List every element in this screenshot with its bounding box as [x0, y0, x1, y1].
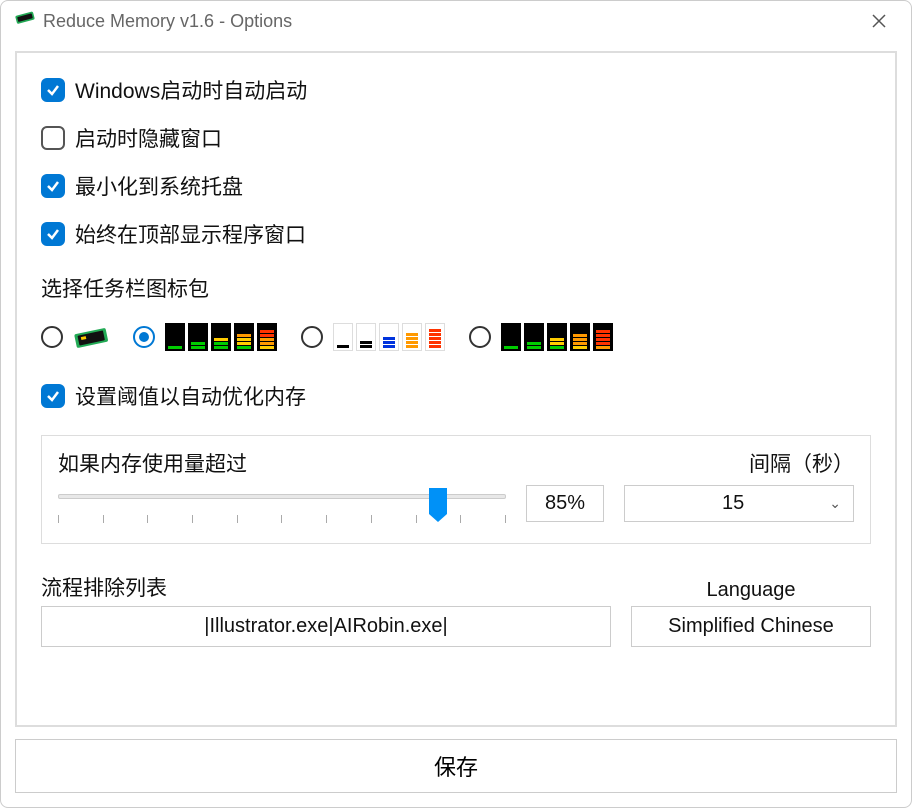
threshold-percent: 85% — [526, 485, 604, 522]
checkbox-icon — [41, 384, 65, 408]
option-autostart[interactable]: Windows启动时自动启动 — [41, 75, 871, 105]
radio-pack-0[interactable] — [41, 326, 63, 348]
close-button[interactable] — [861, 3, 897, 39]
option-threshold-enable[interactable]: 设置阈值以自动优化内存 — [41, 381, 871, 411]
option-label: 始终在顶部显示程序窗口 — [75, 219, 306, 249]
exclude-label: 流程排除列表 — [41, 572, 611, 602]
checkbox-icon — [41, 174, 65, 198]
option-hide-on-start[interactable]: 启动时隐藏窗口 — [41, 123, 871, 153]
iconpack-bars-black-icon — [165, 323, 277, 351]
checkbox-icon — [41, 78, 65, 102]
iconpack-chip-icon — [73, 325, 109, 349]
options-panel: Windows启动时自动启动 启动时隐藏窗口 最小化到系统托盘 始终在顶部显示程… — [15, 51, 897, 727]
app-icon — [15, 11, 35, 31]
option-label: Windows启动时自动启动 — [75, 75, 307, 105]
iconpack-label: 选择任务栏图标包 — [41, 273, 871, 303]
chevron-down-icon: ⌄ — [829, 495, 841, 512]
titlebar: Reduce Memory v1.6 - Options — [1, 1, 911, 41]
interval-label: 间隔（秒） — [749, 448, 854, 478]
language-label: Language — [631, 579, 871, 602]
interval-select[interactable]: 15 ⌄ — [624, 485, 854, 522]
language-select[interactable]: Simplified Chinese — [631, 606, 871, 647]
mem-usage-label: 如果内存使用量超过 — [58, 448, 247, 478]
iconpack-bars-black-2-icon — [501, 323, 613, 351]
iconpack-selector — [41, 317, 871, 357]
option-label: 最小化到系统托盘 — [75, 171, 243, 201]
bottom-row: 流程排除列表 |Illustrator.exe|AIRobin.exe| Lan… — [41, 572, 871, 647]
threshold-panel: 如果内存使用量超过 间隔（秒） 85% 15 — [41, 435, 871, 544]
option-label: 启动时隐藏窗口 — [75, 123, 222, 153]
option-always-on-top[interactable]: 始终在顶部显示程序窗口 — [41, 219, 871, 249]
option-label: 设置阈值以自动优化内存 — [75, 381, 306, 411]
threshold-slider[interactable] — [58, 484, 506, 523]
window-title: Reduce Memory v1.6 - Options — [43, 11, 861, 32]
iconpack-bars-white-icon — [333, 323, 445, 351]
options-window: Reduce Memory v1.6 - Options Windows启动时自… — [0, 0, 912, 808]
save-button[interactable]: 保存 — [15, 739, 897, 793]
save-label: 保存 — [434, 755, 478, 780]
checkbox-icon — [41, 126, 65, 150]
option-minimize-tray[interactable]: 最小化到系统托盘 — [41, 171, 871, 201]
exclude-input[interactable]: |Illustrator.exe|AIRobin.exe| — [41, 606, 611, 647]
checkbox-icon — [41, 222, 65, 246]
exclude-value: |Illustrator.exe|AIRobin.exe| — [204, 615, 448, 637]
radio-pack-2[interactable] — [301, 326, 323, 348]
radio-pack-3[interactable] — [469, 326, 491, 348]
interval-value: 15 — [637, 492, 829, 515]
language-value: Simplified Chinese — [668, 615, 834, 637]
content-wrapper: Windows启动时自动启动 启动时隐藏窗口 最小化到系统托盘 始终在顶部显示程… — [1, 41, 911, 807]
radio-pack-1[interactable] — [133, 326, 155, 348]
slider-thumb-icon[interactable] — [429, 488, 447, 514]
